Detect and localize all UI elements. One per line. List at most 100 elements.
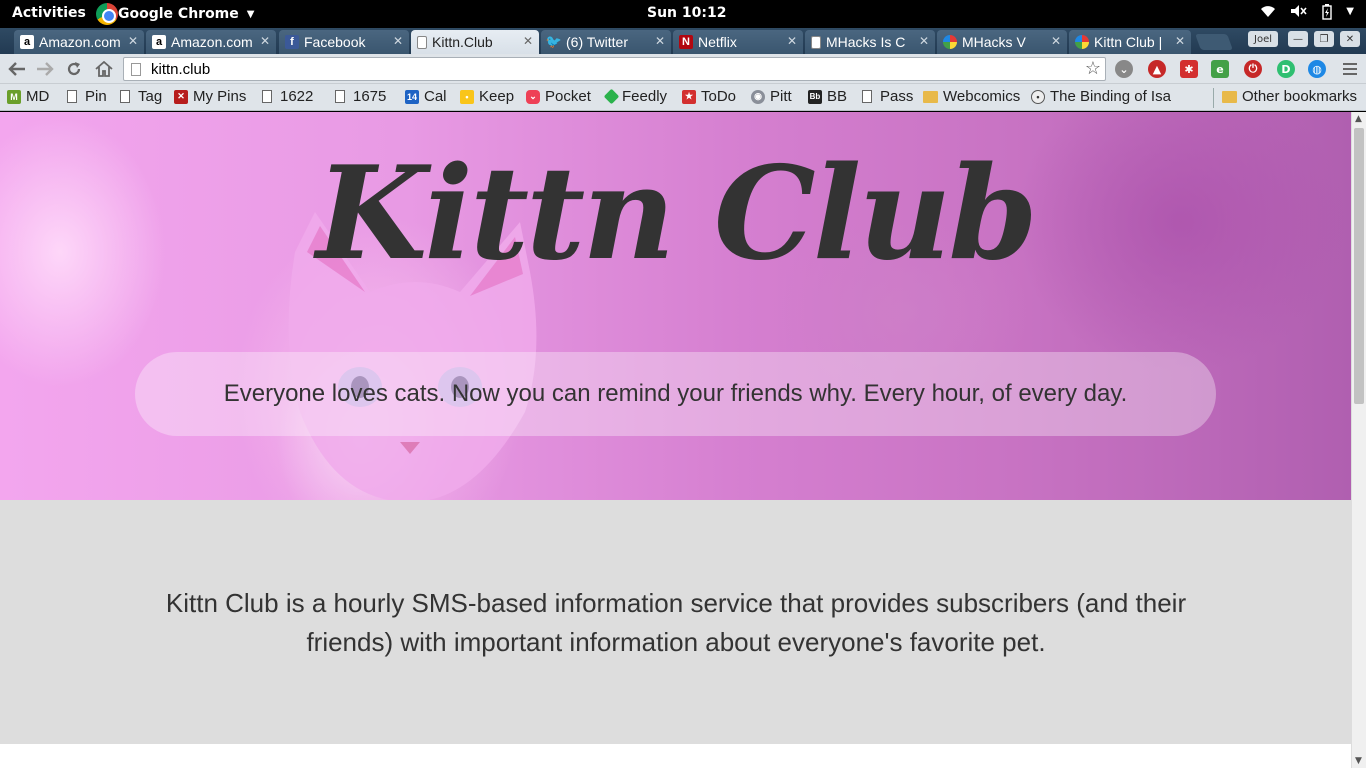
folder-icon bbox=[923, 90, 938, 103]
bookmark-label: MD bbox=[26, 88, 50, 105]
url-input[interactable] bbox=[149, 59, 1079, 79]
new-tab-button[interactable] bbox=[1195, 34, 1233, 50]
tab-strip: a Amazon.com ✕ a Amazon.com ✕ f Facebook… bbox=[0, 28, 1366, 54]
tab-amazon-2[interactable]: a Amazon.com ✕ bbox=[146, 30, 276, 54]
tab-amazon-1[interactable]: a Amazon.com ✕ bbox=[14, 30, 144, 54]
scroll-up-icon[interactable]: ▲ bbox=[1355, 114, 1362, 124]
tab-kittn-club-2[interactable]: Kittn Club | ✕ bbox=[1069, 30, 1191, 54]
wifi-icon[interactable] bbox=[1260, 4, 1276, 24]
clock[interactable]: Sun 10:12 bbox=[647, 5, 726, 21]
close-icon[interactable]: ✕ bbox=[260, 34, 270, 48]
pin-icon: ✕ bbox=[174, 89, 188, 104]
bookmark-pass[interactable]: Pass bbox=[862, 88, 913, 105]
close-icon[interactable]: ✕ bbox=[523, 34, 533, 48]
bookmark-my-pins[interactable]: ✕ My Pins bbox=[174, 88, 246, 105]
bookmark-webcomics[interactable]: Webcomics bbox=[923, 88, 1020, 105]
chevron-down-icon[interactable]: ▼ bbox=[1346, 6, 1354, 24]
page-icon bbox=[862, 90, 872, 103]
page-icon bbox=[417, 35, 427, 49]
lastpass-extension-icon[interactable]: ✱ bbox=[1180, 60, 1198, 78]
keep-icon: • bbox=[460, 89, 474, 104]
bookmark-md[interactable]: M MD bbox=[7, 88, 49, 105]
folder-icon bbox=[1222, 90, 1237, 103]
page-icon bbox=[335, 90, 345, 103]
close-icon[interactable]: ✕ bbox=[393, 34, 403, 48]
bookmark-bb[interactable]: Bb BB bbox=[808, 88, 847, 105]
bookmark-label: Tag bbox=[138, 88, 163, 105]
menu-icon[interactable] bbox=[1339, 58, 1361, 80]
page-viewport: Kittn Club Everyone loves cats. Now you … bbox=[0, 112, 1351, 768]
evernote-extension-icon[interactable]: e bbox=[1211, 60, 1229, 78]
scroll-down-icon[interactable]: ▼ bbox=[1355, 756, 1362, 766]
gmail-icon: M bbox=[7, 89, 21, 104]
volume-muted-icon[interactable] bbox=[1290, 4, 1308, 24]
bookmark-pin[interactable]: Pin bbox=[67, 88, 107, 105]
close-icon[interactable]: ✕ bbox=[919, 34, 929, 48]
pocket-icon: ⌄ bbox=[526, 89, 540, 104]
bookmark-cal[interactable]: 14 Cal bbox=[405, 88, 447, 105]
page-icon bbox=[131, 63, 141, 76]
bookmark-binding-of-isaac[interactable]: • The Binding of Isa bbox=[1031, 88, 1171, 105]
page-scrollbar[interactable]: ▲ ▼ bbox=[1351, 112, 1366, 768]
bookmark-label: Pass bbox=[880, 88, 914, 105]
amazon-icon: a bbox=[152, 35, 166, 49]
tab-mhacks-v[interactable]: MHacks V ✕ bbox=[937, 30, 1067, 54]
bookmark-keep[interactable]: • Keep bbox=[460, 88, 514, 105]
bookmark-1622[interactable]: 1622 bbox=[262, 88, 313, 105]
power-extension-icon[interactable]: ⏻ bbox=[1244, 60, 1262, 78]
other-bookmarks[interactable]: Other bookmarks bbox=[1222, 88, 1357, 105]
close-icon[interactable]: ✕ bbox=[1175, 34, 1185, 48]
tab-mhacks-is[interactable]: MHacks Is C ✕ bbox=[805, 30, 935, 54]
bookmark-1675[interactable]: 1675 bbox=[335, 88, 386, 105]
feedly-extension-icon[interactable]: D bbox=[1277, 60, 1295, 78]
app-menu[interactable]: Google Chrome ▼ bbox=[96, 0, 254, 28]
bookmark-label: Cal bbox=[424, 88, 447, 105]
scrollbar-thumb[interactable] bbox=[1354, 128, 1364, 404]
bookmark-label: The Binding of Isa bbox=[1050, 88, 1171, 105]
next-section bbox=[0, 744, 1351, 768]
browser-toolbar: ☆ ⌄ ▲ ✱ e ⏻ D ◍ bbox=[0, 54, 1366, 84]
close-icon[interactable]: ✕ bbox=[787, 34, 797, 48]
page-icon bbox=[67, 90, 77, 103]
tab-netflix[interactable]: N Netflix ✕ bbox=[673, 30, 803, 54]
bookmark-todo[interactable]: ★ ToDo bbox=[682, 88, 736, 105]
bookmark-label: Other bookmarks bbox=[1242, 88, 1358, 105]
globe-extension-icon[interactable]: ◍ bbox=[1308, 60, 1326, 78]
close-icon[interactable]: ✕ bbox=[655, 34, 665, 48]
address-bar[interactable]: ☆ bbox=[123, 57, 1106, 81]
tab-facebook[interactable]: f Facebook ✕ bbox=[279, 30, 409, 54]
minimize-button[interactable]: — bbox=[1288, 31, 1308, 47]
bookmark-feedly[interactable]: Feedly bbox=[603, 88, 667, 105]
tab-kittn-club[interactable]: Kittn.Club ✕ bbox=[411, 30, 539, 54]
bookmarks-bar: M MD Pin Tag ✕ My Pins 1622 1675 14 Cal • Ke… bbox=[0, 84, 1366, 111]
forward-icon[interactable] bbox=[34, 58, 56, 80]
bookmark-pocket[interactable]: ⌄ Pocket bbox=[526, 88, 591, 105]
bookmark-label: 1622 bbox=[280, 88, 314, 105]
pocket-extension-icon[interactable]: ⌄ bbox=[1115, 60, 1133, 78]
close-icon[interactable]: ✕ bbox=[1051, 34, 1061, 48]
activities-button[interactable]: Activities bbox=[12, 5, 86, 21]
hat-extension-icon[interactable]: ▲ bbox=[1148, 60, 1166, 78]
close-icon[interactable]: ✕ bbox=[128, 34, 138, 48]
battery-icon[interactable] bbox=[1322, 4, 1332, 24]
home-icon[interactable] bbox=[93, 58, 115, 80]
close-window-button[interactable]: ✕ bbox=[1340, 31, 1360, 47]
todo-icon: ★ bbox=[682, 89, 696, 104]
bookmarks-separator bbox=[1213, 88, 1214, 108]
bookmark-pitt[interactable]: ◉ Pitt bbox=[751, 88, 792, 105]
maximize-button[interactable]: ❐ bbox=[1314, 31, 1334, 47]
page-icon bbox=[120, 90, 130, 103]
about-section: Kittn Club is a hourly SMS-based informa… bbox=[0, 500, 1351, 744]
tab-twitter[interactable]: 🐦 (6) Twitter ✕ bbox=[541, 30, 671, 54]
netflix-icon: N bbox=[679, 35, 693, 49]
bookmark-tag[interactable]: Tag bbox=[120, 88, 162, 105]
star-icon[interactable]: ☆ bbox=[1085, 58, 1101, 79]
system-tray[interactable]: ▼ bbox=[1260, 4, 1354, 24]
calendar-icon: 14 bbox=[405, 89, 419, 104]
profile-button[interactable]: Joel bbox=[1248, 31, 1278, 47]
page-title: Kittn Club bbox=[316, 139, 1038, 289]
reload-icon[interactable] bbox=[63, 58, 85, 80]
tagline-banner: Everyone loves cats. Now you can remind … bbox=[135, 352, 1216, 436]
back-icon[interactable] bbox=[6, 58, 28, 80]
tagline-text: Everyone loves cats. Now you can remind … bbox=[223, 380, 1128, 407]
